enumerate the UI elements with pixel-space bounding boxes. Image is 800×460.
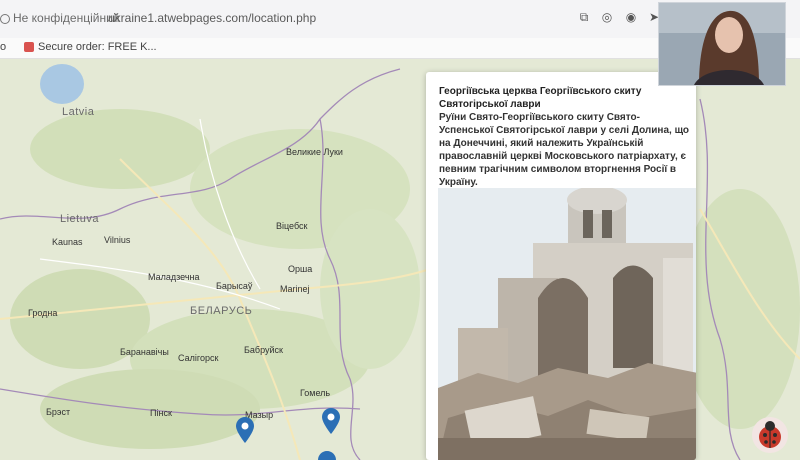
map-label-city: Гомель (300, 388, 331, 398)
map-label-city: Бабруйск (244, 345, 283, 355)
map-label-city: Маладзечна (148, 272, 200, 282)
bookmark-item[interactable]: Secure order: FREE K... (24, 41, 157, 53)
map-label-city: Гродна (28, 308, 58, 318)
info-icon (0, 13, 10, 24)
camera-icon[interactable]: ◎ (600, 10, 614, 24)
map-pin-icon[interactable] (322, 408, 340, 434)
map-label-city: Великие Луки (286, 147, 343, 157)
map-label-city: Marinej (280, 284, 310, 294)
map-pin-icon[interactable] (236, 417, 254, 443)
popup-title: Георгіївська церква Георгіївського скиту… (439, 86, 642, 110)
map-label-country: БЕЛАРУСЬ (190, 305, 253, 317)
bookmark-label: Secure order: FREE K... (38, 41, 157, 53)
map-pin-icon[interactable] (318, 451, 336, 460)
map-label-country: Lietuva (60, 213, 99, 225)
map-label-city: Баранавічы (120, 347, 169, 357)
ladybug-icon[interactable] (752, 417, 788, 453)
extension-icon[interactable]: ◉ (624, 10, 638, 24)
church-ruins-photo (438, 188, 696, 460)
map-label-city: Kaunas (52, 237, 83, 247)
security-text: Не конфіденційний (13, 11, 120, 25)
bookmark-favicon-icon (24, 42, 34, 53)
map-label-country: Latvia (62, 106, 95, 118)
url-field[interactable]: ukraine1.atwebpages.com/location.php (108, 11, 316, 25)
map-label-city: Брэст (46, 407, 71, 417)
webcam-overlay (658, 2, 786, 86)
map-label-city: Пінск (150, 408, 172, 418)
map-label-city: Віцебск (276, 221, 308, 231)
map-label-city: Салігорск (178, 353, 219, 363)
popup-description: Руїни Свято-Георгіївського скиту Свято-У… (439, 112, 689, 188)
bookmark-item[interactable]: о (0, 41, 6, 53)
location-popup: Георгіївська церква Георгіївського скиту… (426, 72, 696, 460)
map-label-city: Барысаў (216, 281, 253, 291)
map-label-city: Vilnius (104, 235, 131, 245)
map-label-city: Орша (288, 264, 313, 274)
security-indicator[interactable]: Не конфіденційний (0, 11, 119, 25)
open-in-app-icon[interactable]: ⧉ (577, 10, 591, 24)
